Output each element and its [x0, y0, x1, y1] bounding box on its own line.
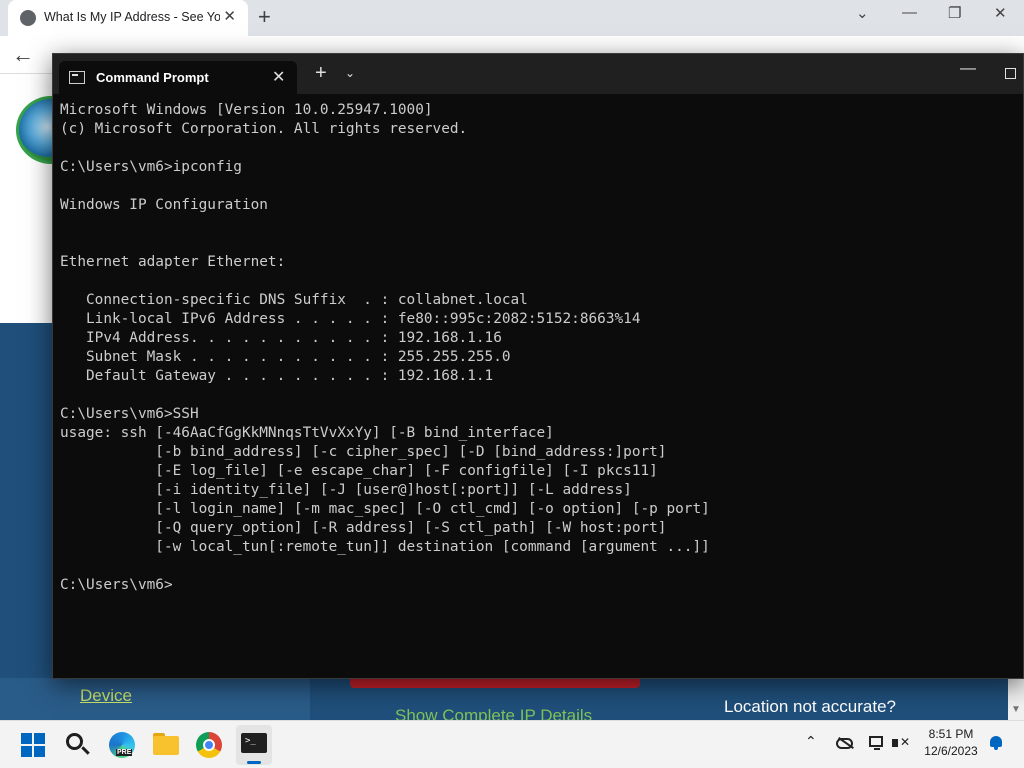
edge-beta-icon[interactable]: PRE [106, 729, 138, 761]
volume-muted-icon[interactable]: ✕ [892, 735, 910, 751]
terminal-line: C:\Users\vm6> [60, 577, 173, 593]
tray-chevron-up-icon[interactable]: ⌃ [805, 733, 817, 750]
cmd-icon [69, 71, 85, 84]
terminal-line: C:\Users\vm6>ipconfig [60, 159, 242, 175]
close-tab-icon[interactable]: ✕ [223, 8, 236, 26]
terminal-line: IPv4 Address. . . . . . . . . . . : 192.… [60, 330, 502, 346]
notification-bell-icon[interactable] [989, 736, 1003, 750]
tab-search-icon[interactable]: ⌄ [856, 4, 869, 22]
scroll-down-icon[interactable]: ▼ [1011, 704, 1021, 715]
taskbar-clock[interactable]: 8:51 PM 12/6/2023 [918, 726, 984, 760]
browser-restore-button[interactable]: ❐ [948, 4, 961, 22]
terminal-titlebar[interactable]: Command Prompt ✕ + ⌄ — [53, 54, 1023, 94]
location-not-accurate-text[interactable]: Location not accurate? [724, 697, 896, 717]
terminal-line: [-w local_tun[:remote_tun]] destination … [60, 539, 710, 555]
file-explorer-icon[interactable] [150, 729, 182, 761]
site-red-button[interactable] [350, 678, 640, 688]
terminal-line: [-i identity_file] [-J [user@]host[:port… [60, 482, 632, 498]
terminal-line: Ethernet adapter Ethernet: [60, 254, 286, 270]
terminal-line: [-E log_file] [-e escape_char] [-F confi… [60, 463, 658, 479]
terminal-line: Windows IP Configuration [60, 197, 268, 213]
globe-icon [20, 10, 36, 26]
terminal-glyph: >_ [245, 736, 256, 746]
terminal-line: [-Q query_option] [-R address] [-S ctl_p… [60, 520, 667, 536]
page-scrollbar[interactable]: ▼ [1008, 678, 1024, 720]
search-icon[interactable] [62, 729, 94, 761]
browser-tab[interactable]: What Is My IP Address - See Yo ✕ [8, 0, 248, 36]
close-tab-icon[interactable]: ✕ [272, 67, 285, 87]
terminal-line: (c) Microsoft Corporation. All rights re… [60, 121, 468, 137]
terminal-icon[interactable]: >_ [236, 725, 272, 765]
browser-minimize-button[interactable]: — [902, 4, 917, 21]
browser-tabstrip: What Is My IP Address - See Yo ✕ + ⌄ — ❐… [0, 0, 1024, 36]
terminal-line: C:\Users\vm6>SSH [60, 406, 199, 422]
clock-time: 8:51 PM [928, 727, 974, 741]
terminal-line: [-b bind_address] [-c cipher_spec] [-D [… [60, 444, 667, 460]
minimize-button[interactable]: — [960, 60, 976, 78]
terminal-line: Link-local IPv6 Address . . . . . : fe80… [60, 311, 641, 327]
chevron-down-icon[interactable]: ⌄ [345, 66, 355, 80]
terminal-line: Default Gateway . . . . . . . . . : 192.… [60, 368, 494, 384]
display-icon[interactable] [869, 735, 887, 751]
browser-tab-title: What Is My IP Address - See Yo [44, 10, 220, 24]
device-link[interactable]: Device [80, 686, 132, 706]
edge-badge: PRE [116, 749, 133, 756]
site-left-panel [0, 678, 310, 720]
terminal-line: Subnet Mask . . . . . . . . . . . : 255.… [60, 349, 511, 365]
network-disconnected-icon[interactable] [836, 735, 854, 751]
terminal-line: Microsoft Windows [Version 10.0.25947.10… [60, 102, 433, 118]
browser-close-button[interactable]: ✕ [994, 4, 1007, 22]
chrome-icon[interactable] [193, 729, 225, 761]
new-tab-button[interactable]: + [315, 62, 327, 84]
command-prompt-window: Command Prompt ✕ + ⌄ — Microsoft Windows… [52, 53, 1024, 679]
terminal-line: Connection-specific DNS Suffix . : colla… [60, 292, 528, 308]
maximize-button[interactable] [1005, 68, 1016, 79]
back-arrow-icon[interactable]: ← [12, 42, 34, 68]
terminal-tab-title: Command Prompt [96, 70, 209, 85]
clock-date: 12/6/2023 [924, 744, 978, 758]
terminal-line: [-l login_name] [-m mac_spec] [-O ctl_cm… [60, 501, 710, 517]
terminal-tab[interactable]: Command Prompt ✕ [59, 61, 297, 94]
terminal-output[interactable]: Microsoft Windows [Version 10.0.25947.10… [60, 101, 1015, 671]
terminal-line: usage: ssh [-46AaCfGgKkMNnqsTtVvXxYy] [-… [60, 425, 554, 441]
new-tab-button[interactable]: + [258, 5, 271, 29]
windows-start-icon[interactable] [17, 729, 49, 761]
